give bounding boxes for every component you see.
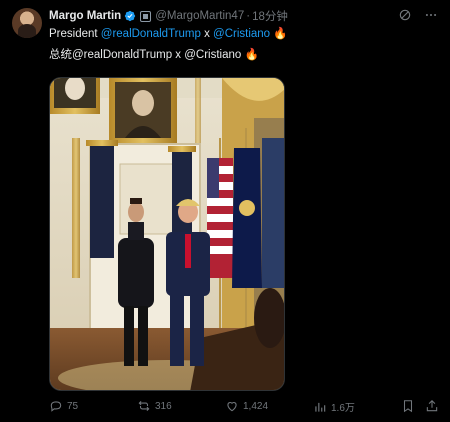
affiliate-badge-icon (140, 10, 152, 22)
share-icon (426, 400, 438, 412)
avatar[interactable] (12, 8, 42, 38)
tweet[interactable]: Margo Martin @MargoMartin47 · 18分钟 Presi… (0, 0, 450, 422)
reply-count: 75 (67, 400, 79, 412)
share-button[interactable] (425, 399, 439, 413)
repost-count: 316 (155, 400, 172, 412)
tweet-header: Margo Martin @MargoMartin47 · 18分钟 (49, 8, 288, 24)
repost-button[interactable]: 316 (137, 399, 172, 413)
tweet-photo[interactable] (49, 77, 285, 391)
tweet-actions: 75 316 1,424 1.6万 (49, 399, 441, 415)
timestamp[interactable]: 18分钟 (252, 8, 288, 24)
tweet-text-line-1: President @realDonaldTrump x @Cristiano … (49, 26, 288, 40)
bookmark-icon (403, 400, 413, 413)
oval-office-photo (50, 78, 284, 390)
bookmark-button[interactable] (401, 399, 415, 413)
repost-icon (138, 400, 150, 412)
tweet-text-line-2: 总统@realDonaldTrump x @Cristiano 🔥 (49, 49, 259, 61)
fire-emoji: 🔥 (270, 28, 288, 40)
header-icons (398, 8, 438, 22)
text-middle: x (200, 28, 214, 40)
views-icon (315, 402, 326, 412)
author-handle[interactable]: @MargoMartin47 (155, 10, 244, 22)
author-name[interactable]: Margo Martin (49, 10, 121, 22)
like-button[interactable]: 1,424 (225, 399, 268, 413)
like-count: 1,424 (243, 400, 269, 412)
like-icon (227, 402, 237, 412)
more-icon[interactable] (424, 8, 438, 22)
grok-icon[interactable] (398, 8, 412, 22)
views-button[interactable]: 1.6万 (313, 399, 355, 414)
verified-badge-icon (125, 10, 136, 22)
reply-button[interactable]: 75 (49, 399, 78, 413)
text-prefix: President (49, 28, 101, 40)
mention-link-cristiano[interactable]: @Cristiano (213, 28, 270, 40)
reply-icon (50, 401, 62, 412)
mention-link-realdonaldtrump[interactable]: @realDonaldTrump (101, 28, 201, 40)
separator-dot: · (246, 10, 251, 22)
views-count: 1.6万 (331, 403, 355, 414)
